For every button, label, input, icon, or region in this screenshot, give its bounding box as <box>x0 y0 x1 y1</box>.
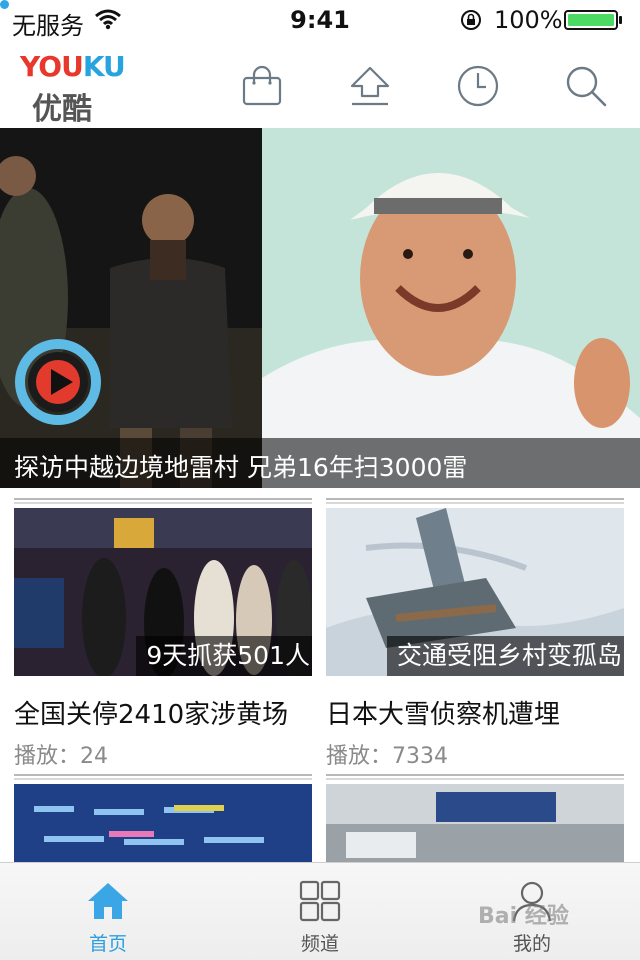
thumbnail-caption: 9天抓获501人 <box>136 636 312 676</box>
card-divider <box>326 498 624 504</box>
banner-caption: 探访中越边境地雷村 兄弟16年扫3000雷 <box>14 453 468 482</box>
upload-icon[interactable] <box>348 64 392 108</box>
rotation-lock-icon <box>461 10 481 30</box>
carousel-dot[interactable] <box>36 0 45 9</box>
grid-icon <box>299 880 341 922</box>
card-divider <box>14 498 312 504</box>
video-thumbnail[interactable] <box>14 784 312 864</box>
video-card[interactable]: 交通受阻乡村变孤岛 日本大雪侦察机遭埋 播放：7334 <box>326 498 624 769</box>
status-bar: 无服务 9:41 100% <box>0 0 640 40</box>
search-icon[interactable] <box>564 64 608 108</box>
video-title[interactable]: 日本大雪侦察机遭埋 <box>326 694 560 731</box>
home-icon <box>88 883 128 919</box>
youku-logo[interactable]: YOUKU 优酷 <box>18 50 126 127</box>
carousel-dot[interactable] <box>18 0 27 9</box>
app-header: YOUKU 优酷 <box>0 40 640 129</box>
carousel-dot[interactable] <box>54 0 63 9</box>
carousel-dot[interactable] <box>72 0 81 9</box>
video-card[interactable]: 9天抓获501人 全国关停2410家涉黄场 播放：24 <box>14 498 312 769</box>
tab-label: 我的 <box>512 933 551 955</box>
video-card[interactable] <box>326 774 624 864</box>
featured-banner[interactable] <box>0 128 640 488</box>
video-thumbnail[interactable] <box>326 784 624 864</box>
shopping-bag-icon[interactable] <box>240 64 284 108</box>
play-icon[interactable] <box>14 338 102 426</box>
tab-channels[interactable]: 频道 <box>260 863 380 960</box>
tab-label: 首页 <box>88 933 127 955</box>
tab-label: 频道 <box>300 933 339 955</box>
battery-percent: 100% <box>494 6 563 34</box>
thumbnail-caption: 交通受阻乡村变孤岛 <box>386 636 624 676</box>
history-clock-icon[interactable] <box>456 64 500 108</box>
banner-image-soldiers <box>0 128 262 488</box>
battery-icon <box>564 10 622 30</box>
logo-brand: YOUKU <box>20 50 126 83</box>
video-thumbnail[interactable]: 9天抓获501人 <box>14 508 312 676</box>
app-screen: 无服务 9:41 100% YOUKU 优酷 探访中越边境地雷村 兄弟16年扫3… <box>0 0 640 960</box>
carousel-dot[interactable] <box>0 0 9 9</box>
banner-image-man <box>262 128 640 488</box>
card-divider <box>326 774 624 780</box>
play-count: 播放：24 <box>14 744 108 769</box>
logo-chinese: 优酷 <box>32 92 92 127</box>
video-card[interactable] <box>14 774 312 864</box>
card-divider <box>14 774 312 780</box>
baidu-watermark: Bai 经验 <box>478 904 569 929</box>
video-thumbnail[interactable]: 交通受阻乡村变孤岛 <box>326 508 624 676</box>
tab-home[interactable]: 首页 <box>48 863 168 960</box>
play-count: 播放：7334 <box>326 744 448 769</box>
video-title[interactable]: 全国关停2410家涉黄场 <box>14 694 288 731</box>
